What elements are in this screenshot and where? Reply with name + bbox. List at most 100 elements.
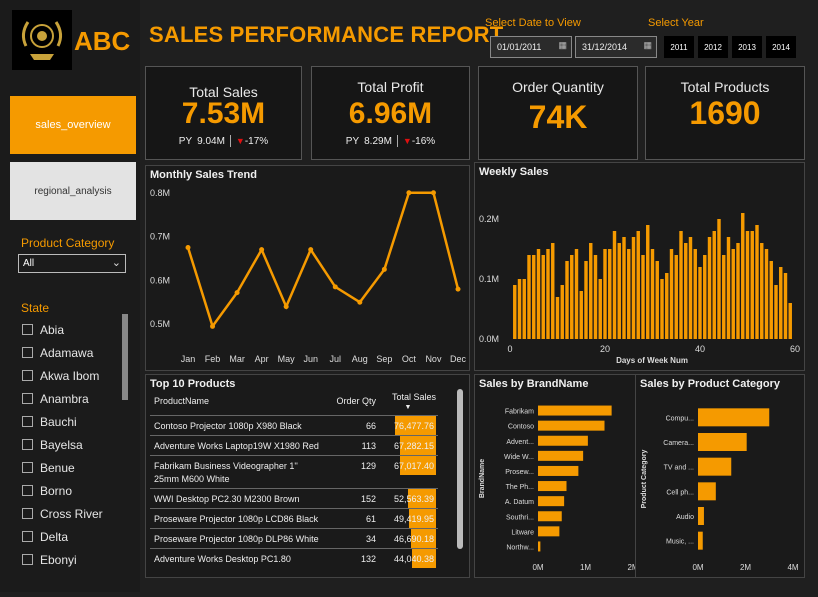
checkbox-icon[interactable] [22, 485, 33, 496]
state-list: Abia Adamawa Akwa Ibom Anambra Bauchi Bayelsa… [22, 318, 122, 571]
bar [698, 531, 703, 550]
bar [551, 243, 555, 339]
x-tick-label: Dec [450, 354, 467, 364]
table-scrollbar[interactable] [457, 389, 463, 549]
brand-name: ABC [74, 26, 131, 56]
category-label: A. Datum [505, 499, 534, 506]
checkbox-icon[interactable] [22, 347, 33, 358]
checkbox-icon[interactable] [22, 393, 33, 404]
state-option[interactable]: Adamawa [22, 341, 122, 364]
state-option[interactable]: Delta [22, 525, 122, 548]
kpi-value: 6.96M [348, 97, 433, 130]
data-point [308, 247, 314, 253]
x-tick-label: May [278, 354, 296, 364]
kpi-order-quantity: Order Quantity 74K [478, 66, 638, 160]
checkbox-icon[interactable] [22, 508, 33, 519]
nav-regional-analysis[interactable]: regional_analysis [10, 162, 136, 220]
checkbox-icon[interactable] [22, 462, 33, 473]
bar [669, 249, 674, 339]
state-option[interactable]: Bauchi [22, 410, 122, 433]
bar [574, 249, 579, 339]
column-header-total-sales[interactable]: Total Sales ▼ [380, 391, 436, 413]
checkbox-icon[interactable] [22, 531, 33, 542]
bar [560, 285, 564, 339]
y-axis-title: Product Category [641, 450, 648, 509]
bar [570, 255, 574, 339]
year-button-2012[interactable]: 2012 [698, 36, 728, 58]
x-tick-label: Jul [330, 354, 342, 364]
checkbox-icon[interactable] [22, 324, 33, 335]
table-row[interactable]: Adventure Works Laptop19W X1980 Red 113 67… [150, 435, 438, 455]
table-row[interactable]: WWI Desktop PC2.30 M2300 Brown 152 52,563.… [150, 488, 438, 508]
checkbox-icon[interactable] [22, 416, 33, 427]
order-qty-cell: 152 [360, 494, 376, 504]
state-option[interactable]: Anambra [22, 387, 122, 410]
bar [679, 231, 683, 339]
product-name-cell: WWI Desktop PC2.30 M2300 Brown [154, 494, 300, 504]
state-option[interactable]: Benue [22, 456, 122, 479]
page-title: SALES PERFORMANCE REPORT [149, 22, 504, 47]
bar [538, 450, 584, 461]
bar [538, 481, 567, 492]
kpi-prior-year: PY 9.04M ▼-17% [146, 135, 301, 147]
checkbox-icon[interactable] [22, 370, 33, 381]
nav-sales-overview[interactable]: sales_overview [10, 96, 136, 154]
state-option[interactable]: Bayelsa [22, 433, 122, 456]
state-option[interactable]: Borno [22, 479, 122, 502]
total-sales-cell: 76,477.76 [380, 416, 436, 435]
year-button-2013[interactable]: 2013 [732, 36, 762, 58]
checkbox-icon[interactable] [22, 554, 33, 565]
x-tick-label: Aug [352, 354, 368, 364]
checkbox-icon[interactable] [22, 439, 33, 450]
bar [538, 435, 588, 446]
table-row[interactable]: Proseware Projector 1080p DLP86 White 34 4… [150, 528, 438, 548]
category-label: TV and ... [664, 465, 694, 472]
bar [698, 457, 732, 476]
bar [527, 255, 531, 339]
bar [517, 279, 522, 339]
order-qty-cell: 61 [365, 514, 376, 524]
category-label: Music, ... [666, 539, 694, 546]
column-header-order-qty[interactable]: Order Qty [326, 395, 380, 410]
state-list-scrollbar[interactable] [122, 314, 128, 400]
dashboard-frame: ABC sales_overview regional_analysis Pro… [0, 0, 818, 597]
order-qty-cell: 129 [360, 461, 376, 471]
x-tick-label: 60 [790, 344, 800, 354]
table-row[interactable]: Proseware Projector 1080p LCD86 Black 61 4… [150, 508, 438, 528]
category-label: Litware [511, 529, 534, 536]
product-name-cell: Proseware Projector 1080p LCD86 Black [154, 514, 319, 524]
table-row[interactable]: Contoso Projector 1080p X980 Black 66 76,4… [150, 415, 438, 435]
calendar-icon[interactable]: ▦ [643, 40, 652, 51]
x-tick-label: 1M [580, 563, 591, 572]
bar [717, 219, 721, 339]
x-tick-label: 4M [787, 563, 798, 572]
bar [617, 243, 621, 339]
bar [579, 291, 583, 339]
order-qty-cell: 113 [361, 441, 376, 451]
year-button-2014[interactable]: 2014 [766, 36, 796, 58]
x-tick-label: 20 [600, 344, 610, 354]
bar [769, 261, 773, 339]
end-date-input[interactable]: 31/12/2014 ▦ [575, 36, 657, 58]
bar [622, 237, 626, 339]
column-header-product-name[interactable]: ProductName [150, 395, 326, 410]
table-row[interactable]: Adventure Works Desktop PC1.80 132 44,040.… [150, 548, 438, 568]
state-option[interactable]: Cross River [22, 502, 122, 525]
start-date-input[interactable]: 01/01/2011 ▦ [490, 36, 572, 58]
state-option[interactable]: Abia [22, 318, 122, 341]
x-tick-label: Jan [181, 354, 196, 364]
calendar-icon[interactable]: ▦ [558, 40, 567, 51]
state-option-label: Abia [40, 322, 65, 337]
state-option[interactable]: Akwa Ibom [22, 364, 122, 387]
year-button-2011[interactable]: 2011 [664, 36, 694, 58]
kpi-value: 7.53M [181, 97, 266, 130]
state-option[interactable]: Ebonyi [22, 548, 122, 571]
total-sales-value: 76,477.76 [393, 421, 434, 431]
bar [538, 420, 605, 431]
bar [665, 273, 669, 339]
kpi-total-profit: Total Profit 6.96M PY 8.29M ▼-16% [311, 66, 470, 160]
data-point [455, 286, 461, 292]
table-row[interactable]: Fabrikam Business Videographer 1'' 25mm … [150, 455, 438, 488]
product-category-dropdown[interactable]: All ⌄ [18, 254, 126, 273]
x-axis-title: Days of Week Num [616, 356, 688, 365]
